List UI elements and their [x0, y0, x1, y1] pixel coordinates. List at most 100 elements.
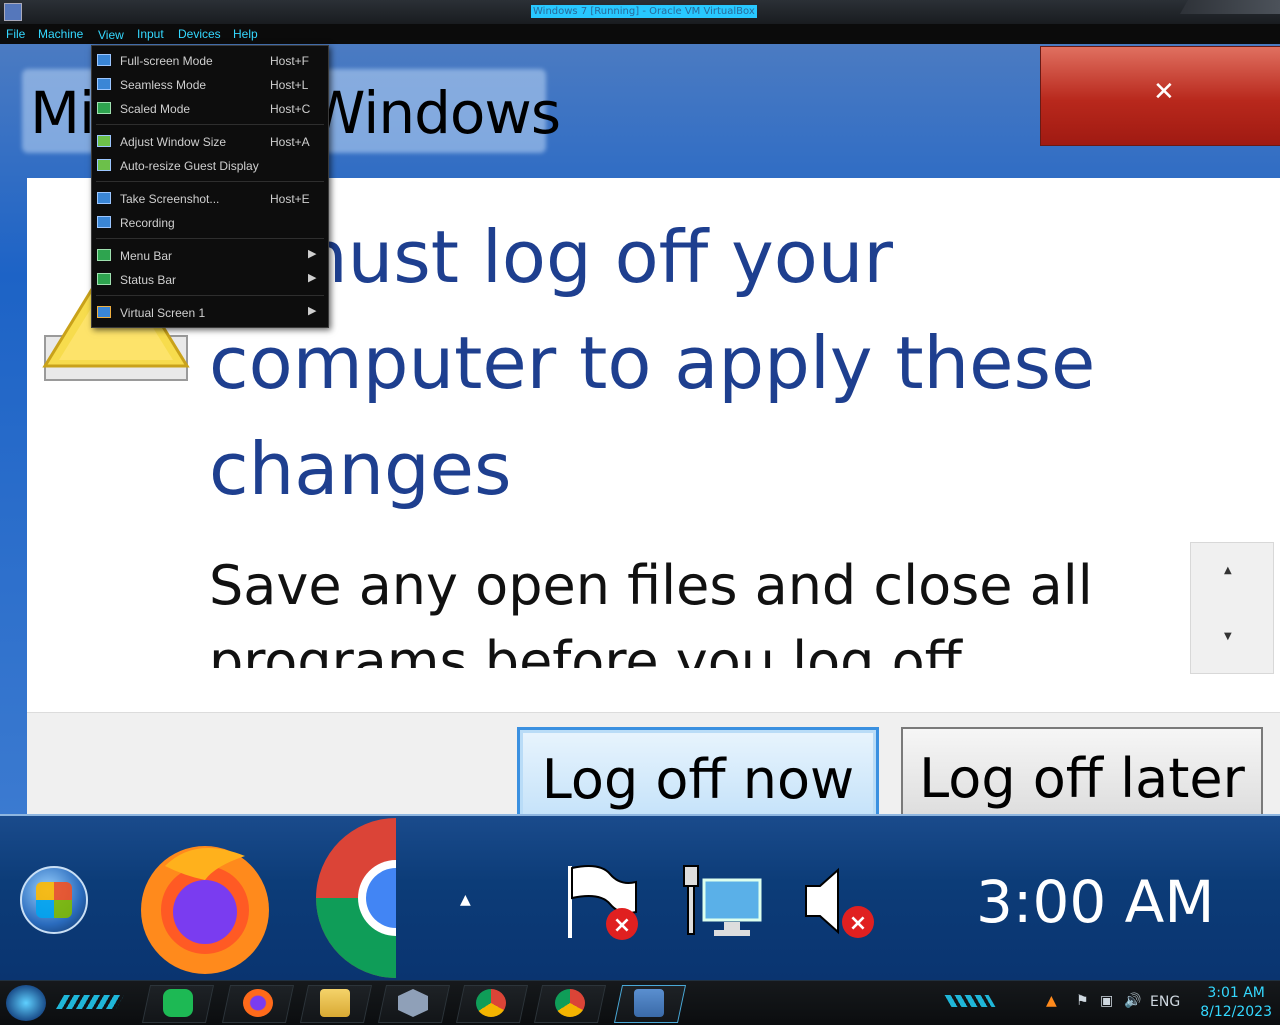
menu-file[interactable]: File: [6, 27, 25, 41]
action-center-flag-icon[interactable]: ×: [560, 862, 650, 942]
menu-item-label: Menu Bar: [120, 249, 173, 263]
submenu-arrow-icon: ▶: [308, 248, 317, 260]
menu-input[interactable]: Input: [137, 27, 164, 41]
menu-item-status-bar[interactable]: Status Bar ▶: [92, 269, 328, 291]
scroll-down-icon[interactable]: ▼: [1224, 631, 1232, 642]
firefox-icon[interactable]: [135, 836, 275, 976]
network-icon[interactable]: ▣: [1100, 993, 1113, 1009]
menu-item-label: Recording: [120, 216, 175, 230]
notification-app-icon[interactable]: ▲: [1046, 993, 1057, 1009]
menu-item-label: Adjust Window Size: [120, 135, 227, 149]
menu-separator: [96, 181, 324, 182]
submenu-arrow-icon: ▶: [308, 305, 317, 317]
host-clock[interactable]: 3:01 AM 8/12/2023: [1200, 984, 1272, 1022]
menu-item-shortcut: Host+F: [270, 54, 310, 68]
menu-item-label: Scaled Mode: [120, 102, 191, 116]
seamless-icon: [97, 78, 111, 90]
menu-separator: [96, 124, 324, 125]
recording-icon: [97, 216, 111, 228]
title-decoration: [1180, 0, 1280, 14]
log-off-later-button[interactable]: Log off later: [901, 727, 1263, 814]
host-date: 8/12/2023: [1200, 1004, 1272, 1020]
firefox-icon[interactable]: [243, 989, 273, 1017]
menu-help[interactable]: Help: [233, 27, 258, 41]
chrome-icon[interactable]: [316, 816, 396, 980]
windows-logo-icon: [36, 882, 72, 918]
menu-item-shortcut: Host+L: [270, 78, 309, 92]
camera-icon: [97, 192, 111, 204]
menu-item-scaled[interactable]: Scaled Mode Host+C: [92, 98, 328, 120]
start-button[interactable]: [20, 866, 88, 934]
host-menu-bar: File Machine View Input Devices Help: [0, 24, 1280, 44]
subtext-line2: programs before you log off: [209, 630, 962, 668]
menu-item-shortcut: Host+E: [270, 192, 310, 206]
subtext-line1: Save any open files and close all: [209, 554, 1093, 617]
log-off-now-button[interactable]: Log off now: [517, 727, 879, 814]
content-scrollbar[interactable]: ▲ ▼: [1190, 542, 1274, 674]
fullscreen-icon: [97, 54, 111, 66]
speaker-muted-icon[interactable]: ×: [800, 862, 890, 942]
network-icon[interactable]: [680, 862, 770, 942]
menu-item-shortcut: Host+A: [270, 135, 310, 149]
host-time: 3:01 AM: [1207, 985, 1265, 1001]
dialog-headline: u must log off your computer to apply th…: [209, 204, 1109, 522]
menu-item-virtual-screen[interactable]: Virtual Screen 1 ▶: [92, 302, 328, 324]
menu-item-seamless[interactable]: Seamless Mode Host+L: [92, 74, 328, 96]
file-explorer-icon[interactable]: [320, 989, 350, 1017]
headline-line3: changes: [209, 427, 512, 511]
menu-item-label: Seamless Mode: [120, 78, 207, 92]
menu-machine[interactable]: Machine: [38, 27, 83, 41]
virtual-screen-icon: [97, 306, 111, 318]
auto-resize-icon: [97, 159, 111, 171]
dialog-title-partial: Mi: [30, 79, 95, 147]
menu-bar-icon: [97, 249, 111, 261]
flag-icon[interactable]: ⚑: [1076, 993, 1089, 1009]
dialog-subtext: Save any open files and close all progra…: [209, 548, 1109, 668]
menu-separator: [96, 238, 324, 239]
menu-item-label: Status Bar: [120, 273, 177, 287]
notes-icon[interactable]: [163, 989, 193, 1017]
close-icon: ✕: [1153, 77, 1175, 107]
menu-item-label: Take Screenshot...: [120, 192, 220, 206]
headline-line2: computer to apply these: [209, 321, 1096, 405]
host-taskbar: ▲ ⚑ ▣ 🔊 ENG 3:01 AM 8/12/2023: [0, 980, 1280, 1025]
close-button[interactable]: ✕: [1040, 46, 1280, 146]
scaled-icon: [97, 102, 111, 114]
taskbar-decoration: [55, 995, 125, 1009]
scroll-up-icon[interactable]: ▲: [1224, 565, 1232, 576]
menu-item-adjust-window[interactable]: Adjust Window Size Host+A: [92, 131, 328, 153]
chrome-profile-icon[interactable]: [555, 989, 585, 1017]
menu-item-shortcut: Host+C: [270, 102, 311, 116]
menu-item-auto-resize[interactable]: Auto-resize Guest Display: [92, 155, 328, 177]
volume-icon[interactable]: 🔊: [1124, 993, 1141, 1009]
menu-item-label: Virtual Screen 1: [120, 306, 206, 320]
dialog-footer: Log off now Log off later: [27, 712, 1280, 814]
guest-taskbar: ▲ × × 3:00 AM: [0, 814, 1280, 982]
menu-item-label: Full-screen Mode: [120, 54, 213, 68]
chrome-icon[interactable]: [476, 989, 506, 1017]
virtualbox-icon: [4, 3, 22, 21]
status-bar-icon: [97, 273, 111, 285]
menu-item-recording[interactable]: Recording: [92, 212, 328, 234]
virtualbox-win7-icon[interactable]: [634, 989, 664, 1017]
menu-devices[interactable]: Devices: [178, 27, 221, 41]
language-indicator[interactable]: ENG: [1150, 994, 1180, 1010]
show-hidden-icons-icon[interactable]: ▲: [460, 892, 471, 908]
adjust-window-icon: [97, 135, 111, 147]
menu-view[interactable]: View: [98, 28, 124, 42]
dialog-title-visible: Windows: [308, 79, 561, 147]
view-menu-dropdown: Full-screen Mode Host+F Seamless Mode Ho…: [91, 45, 329, 328]
menu-item-label: Auto-resize Guest Display: [120, 159, 259, 173]
menu-item-fullscreen[interactable]: Full-screen Mode Host+F: [92, 50, 328, 72]
host-start-button[interactable]: [6, 985, 46, 1021]
menu-item-screenshot[interactable]: Take Screenshot... Host+E: [92, 188, 328, 210]
guest-clock[interactable]: 3:00 AM: [976, 868, 1214, 936]
host-window-title: Windows 7 [Running] - Oracle VM VirtualB…: [531, 5, 757, 18]
host-title-bar: Windows 7 [Running] - Oracle VM VirtualB…: [0, 0, 1280, 25]
submenu-arrow-icon: ▶: [308, 272, 317, 284]
svg-text:×: ×: [613, 913, 631, 938]
menu-separator: [96, 295, 324, 296]
svg-text:×: ×: [849, 911, 867, 936]
taskbar-decoration: [944, 995, 996, 1007]
menu-item-menu-bar[interactable]: Menu Bar ▶: [92, 245, 328, 267]
